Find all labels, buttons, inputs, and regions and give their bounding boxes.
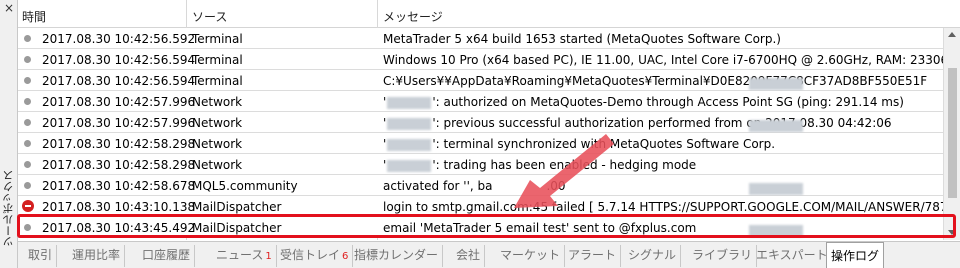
tab-bar: 取引 運用比率 口座履歴 ニュース 1 受信トレイ 6 指標カレンダー 会社 マーケ… [18,241,960,268]
log-source: Network [192,137,243,151]
redacted-text [749,183,803,195]
tab-experts[interactable]: エキスパート [752,245,833,267]
tab-code-base[interactable]: ライブラリ [688,245,758,267]
redacted-text [749,120,803,132]
tab-trade[interactable]: 取引 [24,245,58,267]
log-time: 2017.08.30 10:42:56.594 [42,53,196,67]
info-icon [24,161,31,168]
scroll-thumb[interactable] [948,68,957,198]
tab-history[interactable]: 口座履歴 [138,245,196,267]
info-icon [24,119,31,126]
tab-journal[interactable]: 操作ログ [826,242,885,268]
tab-market[interactable]: マーケット [496,245,566,267]
log-message: ' ': previous successful authorization pe… [383,116,892,132]
tab-calendar[interactable]: 指標カレンダー [350,245,444,267]
log-message: login to smtp.gmail.com:45 failed [ 5.7.… [383,200,960,214]
journal-grid: 時間 ソース メッセージ 2017.08.30 10:42:56.592 Ter… [18,0,960,240]
log-source: Network [192,116,243,130]
redacted-text [387,117,432,130]
log-message: C:¥Users¥ ¥AppData¥Roaming¥MetaQuotes¥Ter… [383,74,928,90]
close-icon[interactable]: × [2,1,16,15]
column-header-time[interactable]: 時間 [22,8,46,25]
log-time: 2017.08.30 10:42:57.996 [42,116,196,130]
column-header-message[interactable]: メッセージ [383,8,443,25]
redacted-text [749,78,803,90]
log-time: 2017.08.30 10:42:57.996 [42,95,196,109]
highlight-box [17,214,956,238]
info-icon [24,77,31,84]
redacted-text [387,96,432,109]
log-row[interactable]: 2017.08.30 10:42:56.592 Terminal MetaTra… [18,28,960,49]
toolbox-strip: × ツールボックス [0,0,18,268]
info-icon [24,35,31,42]
log-row[interactable]: 2017.08.30 10:42:58.298 Network ' ': trad… [18,154,960,175]
log-time: 2017.08.30 10:43:10.138 [42,200,196,214]
log-row[interactable]: 2017.08.30 10:42:57.996 Network ' ': auth… [18,91,960,112]
log-row[interactable]: 2017.08.30 10:42:56.594 Terminal C:¥User… [18,70,960,91]
log-message: MetaTrader 5 x64 build 1653 started (Met… [383,32,781,46]
log-message: Windows 10 Pro (x64 based PC), IE 11.00,… [383,53,960,67]
log-source: Terminal [192,32,243,46]
tab-exposure[interactable]: 運用比率 [68,245,126,267]
info-icon [24,140,31,147]
redacted-text [387,138,432,151]
log-source: Network [192,95,243,109]
log-row[interactable]: 2017.08.30 10:42:58.678 MQL5.community a… [18,175,960,196]
column-header: 時間 ソース メッセージ [18,0,960,28]
toolbox-title: ツールボックス [2,170,15,247]
column-header-source[interactable]: ソース [192,8,227,25]
log-time: 2017.08.30 10:42:56.592 [42,32,196,46]
tab-news[interactable]: ニュース 1 [212,245,277,267]
tab-company[interactable]: 会社 [452,245,486,267]
log-source: Network [192,158,243,172]
tab-mailbox[interactable]: 受信トレイ 6 [276,245,354,267]
log-time: 2017.08.30 10:42:58.298 [42,158,196,172]
log-time: 2017.08.30 10:42:58.298 [42,137,196,151]
news-badge: 1 [265,251,272,262]
annotation-arrow-icon [514,134,614,208]
scroll-up-icon[interactable] [948,32,956,37]
log-source: Terminal [192,74,243,88]
log-source: Terminal [192,53,243,67]
error-icon [22,200,34,212]
log-time: 2017.08.30 10:42:58.678 [42,179,196,193]
info-icon [24,182,31,189]
mailbox-badge: 6 [342,251,349,262]
log-source: MQL5.community [192,179,298,193]
log-row[interactable]: 2017.08.30 10:42:57.996 Network ' ': prev… [18,112,960,133]
log-source: MailDispatcher [192,200,282,214]
log-row[interactable]: 2017.08.30 10:42:56.594 Terminal Windows… [18,49,960,70]
log-time: 2017.08.30 10:42:56.594 [42,74,196,88]
redacted-text [387,159,432,172]
info-icon [24,56,31,63]
info-icon [24,98,31,105]
log-message: ' ': authorized on MetaQuotes-Demo throug… [383,95,904,109]
tab-signals[interactable]: シグナル [624,245,682,267]
tab-alerts[interactable]: アラート [564,245,622,267]
vertical-scrollbar[interactable] [943,28,960,240]
log-row[interactable]: 2017.08.30 10:42:58.298 Network ' ': term… [18,133,960,154]
